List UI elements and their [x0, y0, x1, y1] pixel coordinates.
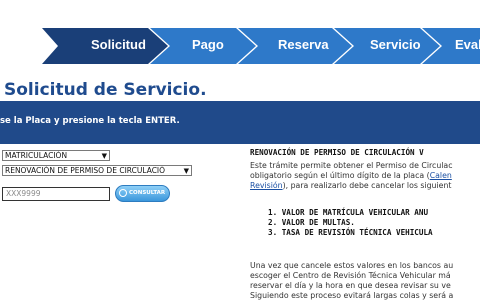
- calendar-link[interactable]: Calen: [430, 171, 452, 180]
- list-item: 1. VALOR DE MATRÍCULA VEHICULAR ANU: [268, 208, 429, 217]
- info-para-line: reservar el día y la hora en que desea r…: [250, 281, 451, 290]
- list-item: 2. VALOR DE MULTAS.: [268, 218, 355, 227]
- process-select[interactable]: MATRICULACIÓN ▼: [2, 150, 110, 161]
- chevron-down-icon: ▼: [101, 152, 107, 160]
- procedure-select-value: RENOVACIÓN DE PERMISO DE CIRCULACIÓ: [5, 166, 166, 175]
- info-line-1: Este trámite permite obtener el Permiso …: [250, 161, 453, 170]
- list-item: 3. TASA DE REVISIÓN TÉCNICA VEHICULA: [268, 228, 433, 237]
- banner-text: se la Placa y presione la tecla ENTER.: [0, 116, 180, 126]
- info-heading: RENOVACIÓN DE PERMISO DE CIRCULACIÓN V: [250, 148, 424, 157]
- info-para-line: Siguiendo este proceso evitará largas co…: [250, 291, 454, 300]
- step-reserva[interactable]: Reserva: [278, 37, 329, 52]
- search-icon: [119, 189, 127, 197]
- info-para-line: escoger el Centro de Revisión Técnica Ve…: [250, 271, 451, 280]
- process-select-value: MATRICULACIÓN: [5, 151, 68, 160]
- plate-input[interactable]: XXX9999: [2, 187, 110, 201]
- info-line-2: obligatorio según el último dígito de la…: [250, 171, 452, 181]
- page-title: Solicitud de Servicio.: [4, 80, 207, 100]
- consult-button[interactable]: CONSULTAR: [115, 185, 170, 202]
- process-steps-bar: Solicitud Pago Reserva Servicio Eval: [0, 24, 480, 68]
- info-line-2-text: obligatorio según el último dígito de la…: [250, 171, 430, 180]
- revision-link[interactable]: Revisión: [250, 181, 283, 190]
- consult-button-label: CONSULTAR: [129, 190, 166, 196]
- instruction-banner: se la Placa y presione la tecla ENTER.: [0, 101, 480, 144]
- step-solicitud[interactable]: Solicitud: [91, 37, 146, 52]
- step-pago[interactable]: Pago: [192, 37, 224, 52]
- chevron-down-icon: ▼: [183, 167, 189, 175]
- step-eval[interactable]: Eval: [455, 37, 480, 52]
- info-line-3-text: ), para realizarlo debe cancelar los sig…: [282, 181, 452, 190]
- procedure-select[interactable]: RENOVACIÓN DE PERMISO DE CIRCULACIÓ ▼: [2, 165, 192, 176]
- step-servicio[interactable]: Servicio: [370, 37, 421, 52]
- required-values-list: 1. VALOR DE MATRÍCULA VEHICULAR ANU 2. V…: [250, 208, 433, 238]
- info-line-3: Revisión), para realizarlo debe cancelar…: [250, 181, 451, 191]
- info-para-line: Una vez que cancele estos valores en los…: [250, 261, 454, 270]
